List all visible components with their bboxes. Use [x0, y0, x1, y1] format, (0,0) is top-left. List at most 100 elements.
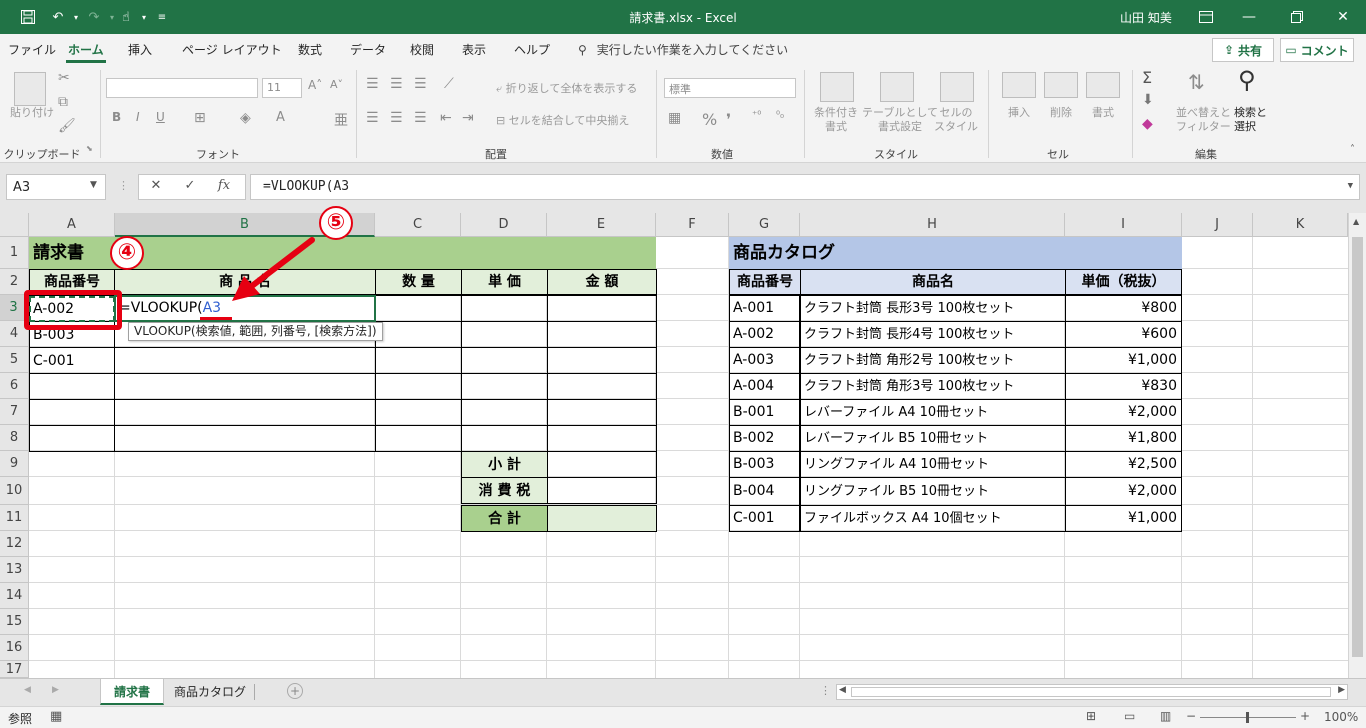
tab-formulas[interactable]: 数式	[298, 41, 322, 58]
ribbon-display-options-icon[interactable]	[1196, 7, 1216, 27]
touch-dropdown-icon[interactable]: ▾	[134, 7, 154, 27]
invoice-cell[interactable]	[114, 399, 376, 426]
sort-filter-button[interactable]: 並べ替えと フィルター	[1176, 106, 1231, 134]
touch-mode-icon[interactable]: ☝	[116, 7, 136, 27]
column-header[interactable]: I	[1065, 213, 1182, 237]
tab-home[interactable]: ホーム	[66, 41, 106, 63]
zoom-out-icon[interactable]: −	[1186, 709, 1196, 723]
invoice-header-name[interactable]: 商 品 名	[114, 269, 376, 295]
catalog-code-cell[interactable]: C-001	[729, 505, 800, 532]
invoice-cell[interactable]	[375, 347, 462, 374]
column-header[interactable]: F	[656, 213, 729, 237]
macro-record-icon[interactable]: ▦	[50, 709, 62, 724]
prev-sheet-icon[interactable]: ◀	[24, 685, 31, 695]
invoice-cell[interactable]	[114, 373, 376, 400]
zoom-level[interactable]: 100%	[1324, 710, 1358, 724]
tax-label[interactable]: 消 費 税	[461, 477, 548, 504]
cancel-icon[interactable]: ✕	[145, 178, 167, 198]
row-header[interactable]: 1	[0, 237, 29, 269]
format-cells-icon[interactable]	[1086, 72, 1120, 98]
accounting-format-icon[interactable]: ▦	[668, 110, 681, 126]
align-middle-icon[interactable]: ☰	[390, 76, 403, 92]
column-header[interactable]: D	[461, 213, 547, 237]
invoice-cell[interactable]	[375, 321, 462, 348]
invoice-cell[interactable]	[547, 399, 657, 426]
percent-icon[interactable]: %	[702, 110, 717, 129]
column-header[interactable]: H	[800, 213, 1065, 237]
catalog-price-cell[interactable]: ¥2,000	[1065, 477, 1182, 506]
row-header[interactable]: 10	[0, 477, 29, 505]
merge-center-button[interactable]: ⊟ セルを結合して中央揃え	[496, 114, 629, 128]
catalog-code-cell[interactable]: B-001	[729, 399, 800, 426]
catalog-price-cell[interactable]: ¥1,000	[1065, 347, 1182, 374]
horizontal-scroll-thumb[interactable]	[851, 687, 1331, 697]
row-header[interactable]: 15	[0, 609, 29, 635]
tab-view[interactable]: 表示	[462, 41, 486, 58]
catalog-code-cell[interactable]: A-003	[729, 347, 800, 374]
paste-icon[interactable]	[14, 72, 46, 106]
next-sheet-icon[interactable]: ▶	[52, 685, 59, 695]
fill-color-icon[interactable]: ◈	[240, 110, 251, 126]
catalog-price-cell[interactable]: ¥800	[1065, 295, 1182, 322]
invoice-cell[interactable]	[461, 321, 548, 348]
tab-help[interactable]: ヘルプ	[514, 41, 550, 58]
page-break-view-icon[interactable]: ▥	[1160, 709, 1171, 723]
invoice-cell[interactable]	[461, 347, 548, 374]
italic-icon[interactable]: I	[136, 110, 140, 124]
invoice-code-cell[interactable]: C-001	[30, 348, 78, 374]
sheet-tab-invoice[interactable]: 請求書	[100, 679, 164, 705]
increase-indent-icon[interactable]: ⇥	[462, 110, 474, 126]
vertical-scrollbar[interactable]: ▲	[1348, 213, 1366, 678]
catalog-name-cell[interactable]: リングファイル B5 10冊セット	[800, 477, 1066, 506]
total-value[interactable]	[547, 505, 657, 532]
clear-icon[interactable]: ◆	[1142, 116, 1153, 132]
clipboard-launcher-icon[interactable]: ⬊	[86, 144, 93, 153]
total-label[interactable]: 合 計	[461, 505, 548, 532]
orientation-icon[interactable]: ⟋	[444, 76, 454, 92]
invoice-cell[interactable]	[114, 347, 376, 374]
tax-value[interactable]	[547, 477, 657, 504]
catalog-header-price[interactable]: 単価（税抜）	[1065, 269, 1182, 295]
decrease-decimal-icon[interactable]: ⁰₀	[776, 110, 784, 121]
column-header[interactable]: G	[729, 213, 800, 237]
copy-icon[interactable]: ⧉	[58, 94, 68, 110]
catalog-price-cell[interactable]: ¥2,500	[1065, 451, 1182, 478]
row-header[interactable]: 5	[0, 347, 29, 373]
invoice-cell[interactable]	[547, 321, 657, 348]
invoice-cell[interactable]	[547, 347, 657, 374]
format-painter-icon[interactable]: 🖌	[58, 118, 76, 134]
insert-cells-button[interactable]: 挿入	[1008, 106, 1030, 120]
align-bottom-icon[interactable]: ☰	[414, 76, 427, 92]
cell-styles-icon[interactable]	[940, 72, 974, 102]
format-cells-button[interactable]: 書式	[1092, 106, 1114, 120]
comma-style-icon[interactable]: ❜	[726, 110, 731, 129]
align-top-icon[interactable]: ☰	[366, 76, 379, 92]
row-header[interactable]: 11	[0, 505, 29, 531]
page-layout-view-icon[interactable]: ▭	[1124, 709, 1135, 723]
enter-icon[interactable]: ✓	[179, 178, 201, 198]
user-name[interactable]: 山田 知美	[1120, 9, 1172, 26]
subtotal-label[interactable]: 小 計	[461, 451, 548, 478]
scrollbar-split-icon[interactable]: ⋮	[820, 684, 831, 697]
delete-cells-button[interactable]: 削除	[1050, 106, 1072, 120]
underline-icon[interactable]: U	[156, 110, 165, 124]
invoice-header-price[interactable]: 単 価	[461, 269, 548, 295]
align-right-icon[interactable]: ☰	[414, 110, 427, 126]
tab-page-layout[interactable]: ページ レイアウト	[182, 41, 282, 58]
invoice-cell[interactable]	[29, 399, 115, 426]
tell-me-box[interactable]: ⚲ 実行したい作業を入力してください	[578, 41, 788, 58]
font-color-icon[interactable]: A	[276, 110, 285, 125]
row-header[interactable]: 7	[0, 399, 29, 425]
catalog-price-cell[interactable]: ¥2,000	[1065, 399, 1182, 426]
tab-file[interactable]: ファイル	[8, 41, 56, 58]
font-name-box[interactable]	[106, 78, 258, 98]
invoice-cell[interactable]	[547, 295, 657, 322]
invoice-cell[interactable]	[461, 295, 548, 322]
invoice-cell[interactable]	[29, 425, 115, 452]
vertical-scroll-thumb[interactable]	[1352, 237, 1363, 657]
increase-font-icon[interactable]: A˄	[308, 78, 322, 92]
new-sheet-icon[interactable]: +	[287, 683, 303, 699]
invoice-cell[interactable]	[547, 425, 657, 452]
catalog-name-cell[interactable]: レバーファイル A4 10冊セット	[800, 399, 1066, 426]
scroll-left-icon[interactable]: ◀	[839, 685, 846, 695]
